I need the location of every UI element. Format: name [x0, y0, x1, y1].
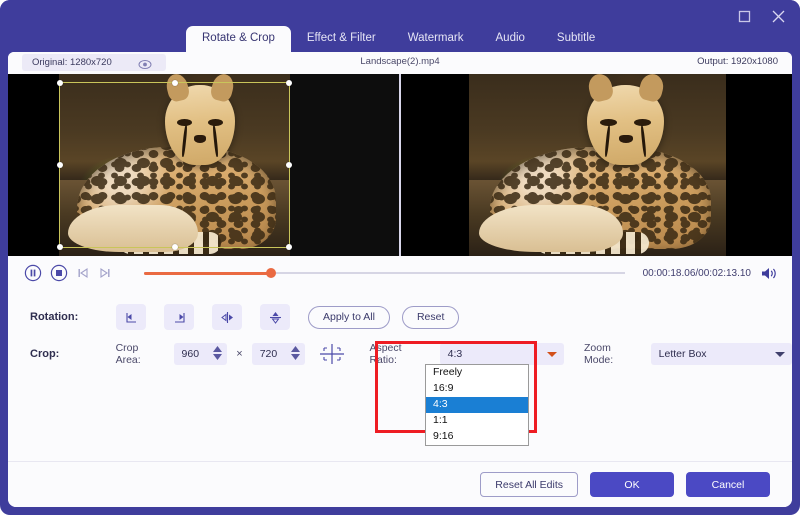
tab-label: Rotate & Crop — [202, 32, 275, 44]
tab-label: Subtitle — [556, 32, 596, 44]
cheetah-tearline-left — [604, 124, 612, 158]
cheetah-paws — [479, 205, 624, 253]
apply-to-all-button[interactable]: Apply to All — [308, 305, 390, 329]
output-preview[interactable] — [401, 74, 792, 256]
next-frame-icon[interactable] — [96, 262, 114, 284]
aspect-ratio-option-16-9[interactable]: 16:9 — [426, 381, 528, 397]
pause-icon[interactable] — [22, 262, 44, 284]
zoom-mode-select[interactable]: Letter Box — [650, 343, 792, 365]
title-bar: Rotate & Crop Effect & Filter Watermark … — [0, 0, 800, 52]
progress-knob[interactable] — [266, 268, 276, 278]
crop-width-stepper[interactable] — [213, 346, 223, 360]
tab-bar: Rotate & Crop Effect & Filter Watermark … — [186, 26, 611, 52]
crop-handle-ne[interactable] — [286, 80, 292, 86]
letterbox-bar — [8, 74, 59, 256]
aspect-ratio-label: Aspect Ratio: — [369, 342, 402, 366]
cheetah-eye-right — [634, 118, 652, 126]
previous-frame-icon[interactable] — [74, 262, 92, 284]
media-info-strip: Original: 1280x720 Landscape(2).mp4 Outp… — [8, 52, 792, 74]
crop-handle-sw[interactable] — [57, 244, 63, 250]
preview-stage — [8, 74, 792, 256]
tab-audio[interactable]: Audio — [480, 26, 541, 52]
tab-effect-filter[interactable]: Effect & Filter — [291, 26, 392, 52]
crop-height-input[interactable]: 720 — [251, 343, 306, 365]
volume-icon[interactable] — [761, 266, 778, 281]
window-controls — [734, 6, 788, 26]
crop-handle-w[interactable] — [57, 162, 63, 168]
tab-label: Audio — [495, 32, 525, 44]
crop-height-stepper[interactable] — [291, 346, 301, 360]
crop-height-value: 720 — [259, 348, 278, 360]
flip-horizontal-icon[interactable] — [212, 304, 242, 330]
tab-label: Effect & Filter — [306, 32, 376, 44]
aspect-ratio-option-4-3[interactable]: 4:3 — [426, 397, 528, 413]
letterbox-bar — [726, 74, 792, 256]
chevron-down-icon — [774, 352, 785, 357]
edit-controls: Rotation: Apply to All Reset Crop: Crop … — [8, 290, 792, 374]
cheetah-nose — [618, 134, 633, 143]
crop-handle-n[interactable] — [171, 80, 178, 86]
video-editor-window: Rotate & Crop Effect & Filter Watermark … — [0, 0, 800, 515]
original-preview[interactable] — [8, 74, 399, 256]
reset-all-edits-button[interactable]: Reset All Edits — [480, 472, 578, 497]
tab-label: Watermark — [407, 32, 464, 44]
aspect-ratio-dropdown-list[interactable]: Freely 16:9 4:3 1:1 9:16 — [425, 364, 529, 446]
tab-watermark[interactable]: Watermark — [392, 26, 480, 52]
zoom-mode-label: Zoom Mode: — [584, 342, 614, 366]
cancel-button[interactable]: Cancel — [686, 472, 770, 497]
zoom-mode-value: Letter Box — [658, 348, 707, 360]
cheetah-head — [585, 74, 666, 165]
time-display: 00:00:18.06/00:02:13.10 — [642, 267, 751, 279]
crop-handle-s[interactable] — [171, 244, 178, 250]
output-video-frame — [469, 74, 726, 256]
close-icon[interactable] — [768, 6, 788, 26]
tab-rotate-crop[interactable]: Rotate & Crop — [186, 26, 291, 52]
rotate-left-icon[interactable] — [116, 304, 146, 330]
aspect-ratio-option-freely[interactable]: Freely — [426, 365, 528, 381]
playback-controls: 00:00:18.06/00:02:13.10 — [8, 256, 792, 290]
cheetah-ear-left — [585, 74, 615, 104]
editor-panel: Original: 1280x720 Landscape(2).mp4 Outp… — [8, 52, 792, 507]
output-resolution: Output: 1920x1080 — [697, 56, 778, 67]
letterbox-bar — [401, 74, 469, 256]
rotate-right-icon[interactable] — [164, 304, 194, 330]
flip-vertical-icon[interactable] — [260, 304, 290, 330]
crop-label: Crop: — [30, 348, 60, 360]
rotation-row: Rotation: Apply to All Reset — [8, 300, 792, 334]
stop-icon[interactable] — [48, 262, 70, 284]
reset-rotation-button[interactable]: Reset — [401, 305, 460, 329]
tab-subtitle[interactable]: Subtitle — [541, 26, 611, 52]
dialog-footer: Reset All Edits OK Cancel — [8, 461, 792, 507]
crop-handle-e[interactable] — [286, 162, 292, 168]
crop-tool-icon[interactable] — [317, 342, 347, 366]
chevron-down-icon — [547, 352, 557, 357]
ok-button[interactable]: OK — [590, 472, 674, 497]
crop-width-input[interactable]: 960 — [173, 343, 228, 365]
progress-fill — [144, 271, 272, 275]
letterbox-bar — [290, 74, 399, 256]
aspect-ratio-option-9-16[interactable]: 9:16 — [426, 429, 528, 445]
cheetah-eye-left — [600, 118, 618, 126]
crop-handle-se[interactable] — [286, 244, 292, 250]
aspect-ratio-select[interactable]: 4:3 — [439, 343, 564, 365]
dimension-separator: × — [236, 348, 243, 360]
cheetah-ear-right — [636, 74, 666, 104]
crop-handle-nw[interactable] — [57, 80, 63, 86]
crop-row: Crop: Crop Area: 960 × 720 Aspect Ratio:… — [8, 334, 792, 374]
crop-selection-box[interactable] — [57, 80, 292, 250]
file-name: Landscape(2).mp4 — [360, 56, 440, 67]
cheetah-tearline-right — [640, 124, 647, 158]
crop-width-value: 960 — [181, 348, 200, 360]
rotation-label: Rotation: — [30, 311, 79, 323]
maximize-icon[interactable] — [734, 6, 754, 26]
aspect-ratio-option-1-1[interactable]: 1:1 — [426, 413, 528, 429]
crop-area-label: Crop Area: — [115, 342, 141, 366]
aspect-ratio-value: 4:3 — [447, 348, 463, 360]
progress-slider[interactable] — [144, 268, 625, 278]
